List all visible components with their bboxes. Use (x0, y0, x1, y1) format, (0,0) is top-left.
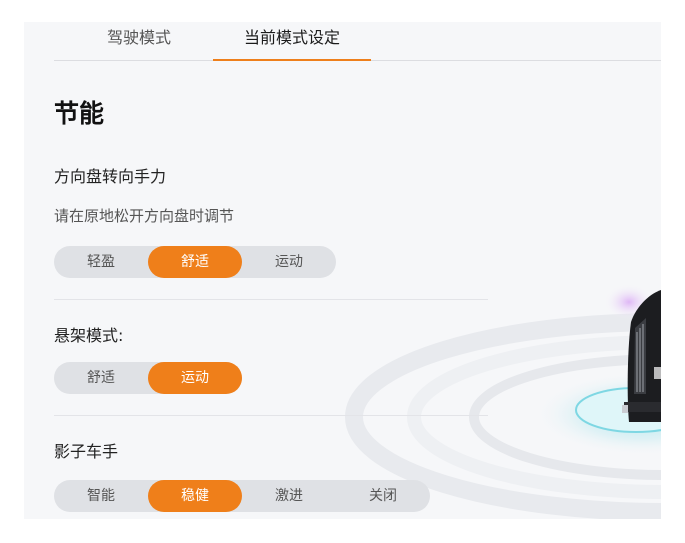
steering-option-sport[interactable]: 运动 (242, 246, 336, 278)
steering-effort-hint: 请在原地松开方向盘时调节 (54, 207, 235, 225)
tab-label: 当前模式设定 (243, 28, 340, 47)
steering-effort-label: 方向盘转向手力 (54, 167, 167, 186)
suspension-mode-label: 悬架模式: (54, 326, 124, 345)
page-title: 节能 (54, 99, 105, 128)
suspension-option-sport[interactable]: 运动 (148, 362, 242, 394)
shadow-driver-option-aggressive[interactable]: 激进 (242, 480, 336, 512)
suspension-mode-selector: 舒适 运动 (54, 362, 242, 394)
suspension-option-comfort[interactable]: 舒适 (54, 362, 148, 394)
steering-option-light[interactable]: 轻盈 (54, 246, 148, 278)
tab-drive-mode[interactable]: 驾驶模式 (94, 22, 184, 60)
shadow-driver-option-steady[interactable]: 稳健 (148, 480, 242, 512)
shadow-driver-option-smart[interactable]: 智能 (54, 480, 148, 512)
steering-effort-selector: 轻盈 舒适 运动 (54, 246, 336, 278)
tab-current-mode-settings[interactable]: 当前模式设定 (213, 22, 371, 61)
settings-panel: 驾驶模式 当前模式设定 节能 方向盘转向手力 请在原地松开方向盘时调节 轻盈 舒… (24, 22, 661, 519)
shadow-driver-selector: 智能 稳健 激进 关闭 (54, 480, 430, 512)
section-divider (54, 415, 488, 416)
shadow-driver-option-off[interactable]: 关闭 (336, 480, 430, 512)
tab-bar: 驾驶模式 当前模式设定 (54, 22, 661, 61)
shadow-driver-label: 影子车手 (54, 442, 119, 461)
section-divider (54, 299, 488, 300)
active-tab-indicator (213, 59, 371, 61)
steering-option-comfort[interactable]: 舒适 (148, 246, 242, 278)
